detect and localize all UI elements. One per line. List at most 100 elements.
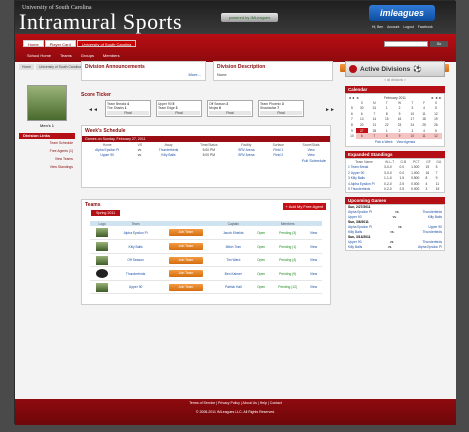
join-team-button[interactable]: Join Team: [168, 229, 203, 237]
tab-home[interactable]: Home: [23, 40, 44, 47]
team-logo: [96, 269, 109, 279]
team-name-link[interactable]: Thunderbirds: [114, 266, 157, 281]
team-view-link[interactable]: View: [305, 239, 322, 254]
right-sidebar: Active Divisions ⚽ < all divisions > Cal…: [345, 61, 445, 251]
view-agenda-link[interactable]: View Agenda: [397, 140, 416, 144]
crumb-home[interactable]: Home: [19, 64, 35, 70]
team-name-link[interactable]: Killy Balls: [114, 239, 157, 254]
members-count: Pending (4): [270, 253, 306, 268]
calendar-next-icon[interactable]: ► ►►: [431, 96, 442, 100]
nav-groups[interactable]: Groups: [77, 52, 98, 59]
account-link[interactable]: Account: [386, 25, 400, 29]
calendar-grid: S M T W T F S 5 30 31 1 2 3 4 5 6 6 7 8 9 10 11 12 7 13 14 15 16 17 1…: [348, 100, 442, 139]
ticker-next-icon[interactable]: ►►: [325, 107, 335, 113]
announcements-more-link[interactable]: More...: [82, 72, 205, 77]
main-nav: Home Player Card University of South Car…: [15, 34, 456, 62]
tab-school[interactable]: University of South Carolina: [76, 40, 137, 47]
join-team-button[interactable]: Join Team: [168, 243, 203, 251]
standings-team-link[interactable]: 5 Thunderbirds: [346, 186, 382, 192]
team-logo: [96, 228, 109, 238]
table-row: Upper 90 Join Team Patrick Hall Open Pending…: [90, 280, 322, 295]
team-status: Open: [251, 266, 271, 281]
ticker-games: Team Breaks 4 The Sharks 1 Final Upper 90 …: [105, 100, 331, 117]
calendar-day[interactable]: 9: [392, 133, 407, 139]
ticker-game[interactable]: Off Season 2 Ninjas 6 Final: [207, 100, 253, 117]
table-row: Off Season Join Team Tim Ward Open Pending (…: [90, 253, 322, 268]
imleagues-logo[interactable]: imleagues: [369, 5, 435, 21]
active-divisions-title: Active Divisions: [360, 65, 411, 73]
add-free-agent-button[interactable]: + Add My Free Agent: [282, 203, 326, 210]
members-count: Pending (9): [270, 266, 306, 281]
captain-link[interactable]: Patrick Hall: [214, 280, 252, 295]
upcoming-game: Killy Balls vs. Alpha Epsilon Pi: [348, 244, 442, 250]
captain-link[interactable]: Ben Kalmer: [214, 266, 252, 281]
footer-links[interactable]: Terms of Service | Privacy Policy | Abou…: [15, 399, 456, 408]
team-status: Open: [251, 280, 271, 295]
calendar-week[interactable]: 10 6 7 8 9 10 11 12: [348, 133, 442, 139]
team-logo: [96, 242, 109, 252]
team-view-link[interactable]: View: [305, 253, 322, 268]
left-sidebar: Men's 1 Division Links Team Schedule Fre…: [19, 81, 75, 171]
powered-by-badge[interactable]: powered by IMLeagues: [221, 13, 278, 22]
secondary-nav: School Home Teams Groups Members: [23, 52, 124, 59]
link-team-schedule[interactable]: Team Schedule: [19, 139, 75, 147]
join-team-button[interactable]: Join Team: [168, 256, 203, 264]
all-divisions-link[interactable]: < all divisions >: [345, 78, 445, 82]
team-status: Open: [251, 239, 271, 254]
division-logo: [27, 85, 67, 121]
calendar-day[interactable]: 10: [406, 133, 419, 139]
captain-link[interactable]: Jacob Shields: [214, 226, 252, 241]
calendar-day[interactable]: 8: [380, 133, 393, 139]
calendar-day[interactable]: 12: [429, 133, 442, 139]
nav-school-home[interactable]: School Home: [23, 52, 55, 59]
join-team-button[interactable]: Join Team: [168, 283, 203, 291]
calendar-prev-icon[interactable]: ◄◄ ◄: [348, 96, 359, 100]
link-view-teams[interactable]: View Teams: [19, 155, 75, 163]
calendar-title: Calendar: [345, 86, 445, 93]
teams-table: Logo Team Captain Members Alpha Epsilon Pi J…: [90, 221, 322, 295]
ticker-prev-icon[interactable]: ◄◄: [88, 107, 98, 113]
header-bar: University of South Carolina Intramural …: [15, 1, 456, 34]
standings-cell: 15: [435, 187, 440, 192]
team-link[interactable]: Killy Balls: [428, 215, 442, 220]
team-name-link[interactable]: Alpha Epsilon Pi: [114, 226, 157, 241]
join-team-button[interactable]: Join Team: [168, 270, 203, 278]
tab-spring-2011[interactable]: Spring 2011: [91, 210, 121, 216]
team-name-link[interactable]: Upper 90: [114, 280, 157, 295]
ticker-game[interactable]: Team Breaks 4 The Sharks 1 Final: [105, 100, 151, 117]
active-divisions-header[interactable]: Active Divisions ⚽: [345, 61, 445, 77]
captain-link[interactable]: Tim Ward: [214, 253, 252, 268]
account-links: Hi, Ben Account Logout Facebook: [371, 25, 457, 29]
calendar-day[interactable]: 11: [418, 133, 430, 139]
ticker-game[interactable]: Team Phoenix 3 Shadowfax 7 Final: [258, 100, 304, 117]
team-name-link[interactable]: Off Season: [114, 253, 157, 268]
calendar-month: February 2011: [384, 96, 406, 100]
team-link[interactable]: Killy Balls: [348, 245, 362, 250]
calendar-day[interactable]: 7: [367, 133, 381, 139]
team-view-link[interactable]: View: [305, 266, 322, 281]
team-link[interactable]: Alpha Epsilon Pi: [418, 245, 442, 250]
crumb-school[interactable]: University of South Carolina: [36, 64, 85, 70]
team-view-link[interactable]: View: [305, 280, 322, 295]
search-go-button[interactable]: Go: [430, 41, 448, 47]
link-free-agents[interactable]: Free Agents (1): [19, 147, 75, 155]
standings-title: Expanded Standings: [345, 150, 445, 158]
pick-week-link[interactable]: Pick a Week: [375, 140, 393, 144]
nav-teams[interactable]: Teams: [56, 52, 76, 59]
facebook-link[interactable]: Facebook: [417, 25, 434, 29]
team-status: Open: [251, 253, 271, 268]
team-view-link[interactable]: View: [305, 226, 322, 241]
description-box: Division Description None: [213, 61, 333, 81]
link-view-standings[interactable]: View Standings: [19, 163, 75, 171]
team-status: Open: [251, 226, 271, 241]
ticker-game[interactable]: Upper 90 5 Team Edge 3 Final: [156, 100, 202, 117]
nav-members[interactable]: Members: [99, 52, 124, 59]
team-link[interactable]: Thunderbirds: [423, 230, 442, 235]
search-input[interactable]: [384, 41, 428, 47]
logout-link[interactable]: Logout: [402, 25, 414, 29]
site-logo[interactable]: Intramural Sports: [19, 9, 182, 35]
tab-player-card[interactable]: Player Card: [44, 40, 76, 47]
full-schedule-link[interactable]: Full Schedule: [82, 158, 330, 163]
captain-link[interactable]: Mitch Tran: [214, 239, 252, 254]
calendar-day[interactable]: 6: [355, 133, 368, 139]
